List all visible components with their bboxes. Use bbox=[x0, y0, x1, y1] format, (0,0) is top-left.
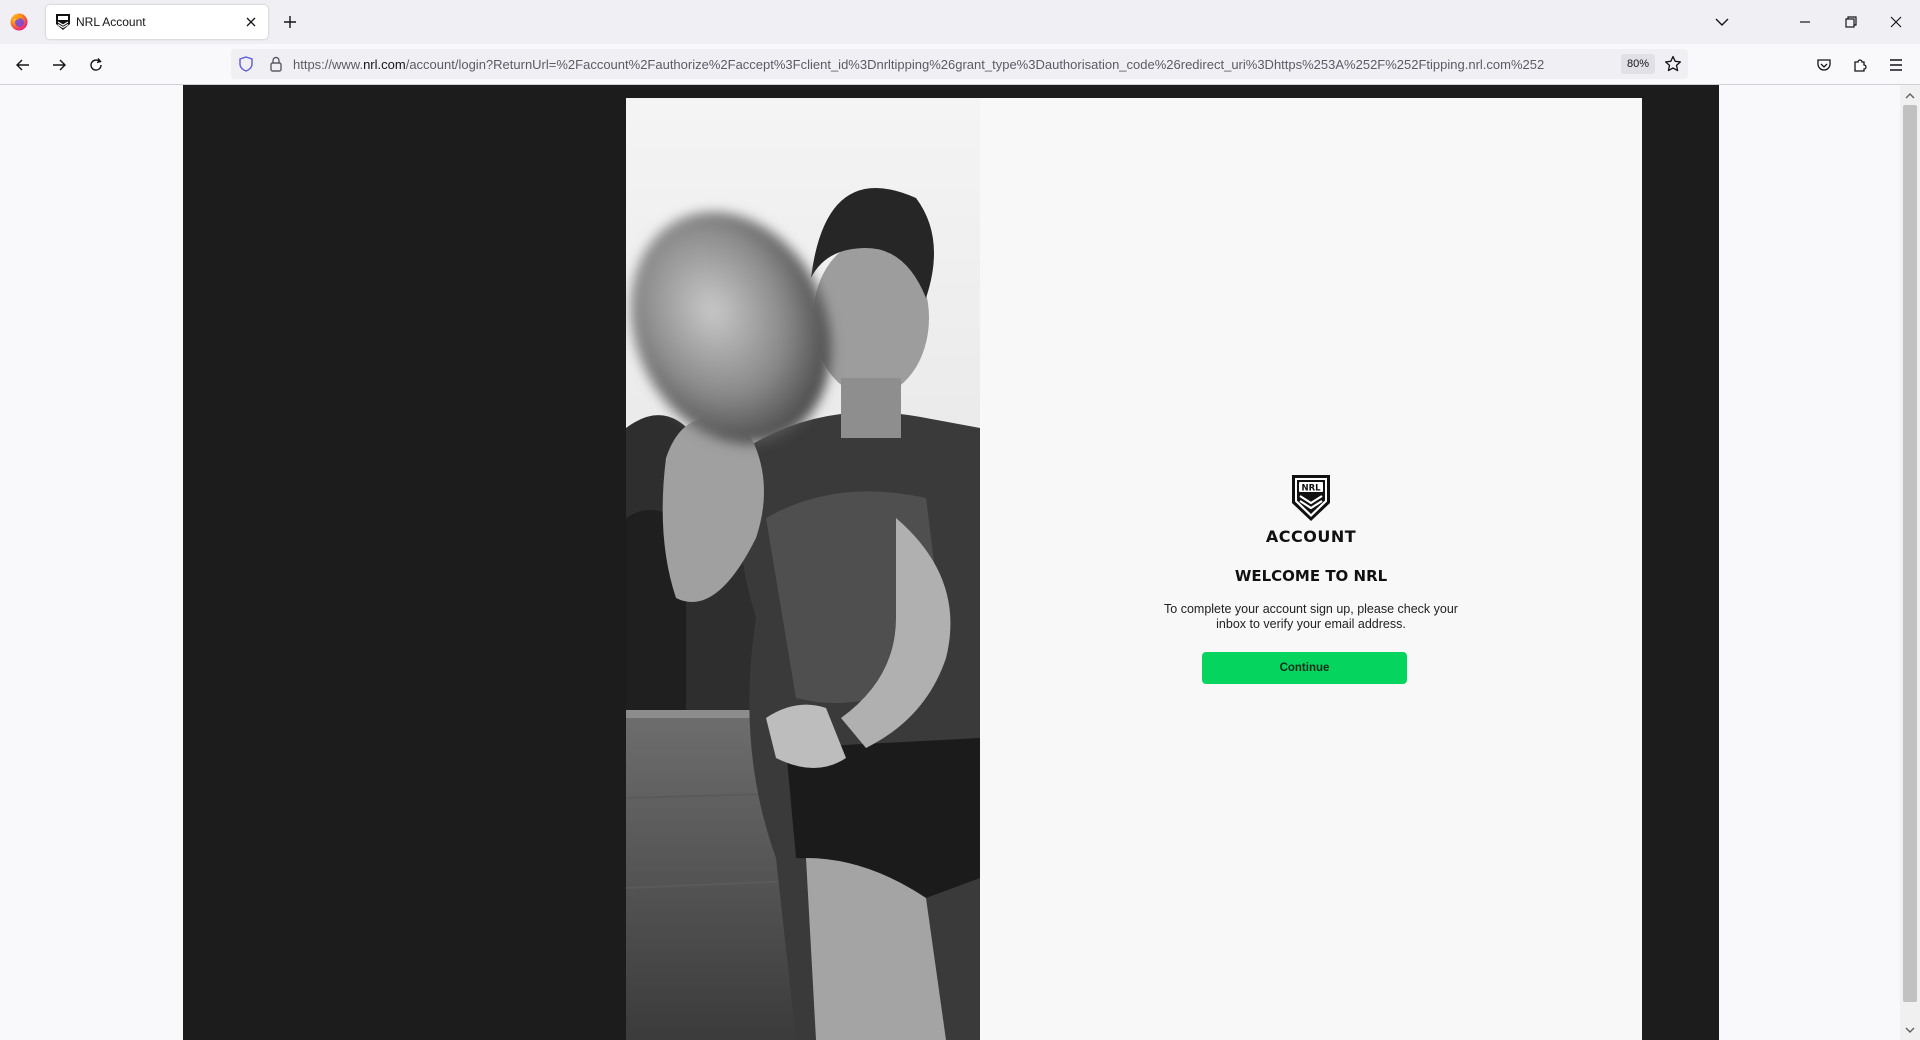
verification-message: To complete your account sign up, please… bbox=[1164, 602, 1458, 631]
tab-nrl-account[interactable]: NRL Account bbox=[46, 5, 268, 39]
url-host: nrl.com bbox=[363, 57, 406, 72]
minimize-icon[interactable] bbox=[1793, 10, 1817, 34]
zoom-indicator[interactable]: 80% bbox=[1621, 54, 1655, 74]
puzzle-icon[interactable] bbox=[1849, 54, 1871, 76]
scrollbar-thumb[interactable] bbox=[1903, 105, 1917, 1002]
pocket-icon[interactable] bbox=[1813, 54, 1835, 76]
signup-content: NRL ACCOUNT WELCOME TO NRL To complete y… bbox=[980, 98, 1642, 1040]
list-all-tabs-icon[interactable] bbox=[1711, 12, 1733, 32]
new-tab-icon[interactable] bbox=[279, 11, 301, 33]
close-window-icon[interactable] bbox=[1884, 10, 1908, 34]
brand-block: NRL ACCOUNT bbox=[980, 473, 1642, 546]
player-photo bbox=[626, 98, 980, 1040]
reload-icon[interactable] bbox=[84, 53, 108, 77]
page-viewport: NRL ACCOUNT WELCOME TO NRL To complete y… bbox=[0, 85, 1900, 1040]
navigation-toolbar: https://www.nrl.com/account/login?Return… bbox=[0, 44, 1920, 85]
arrow-left-icon[interactable] bbox=[11, 53, 35, 77]
page-scrollbar[interactable] bbox=[1900, 85, 1920, 1040]
tab-title: NRL Account bbox=[76, 15, 146, 29]
arrow-right-icon[interactable] bbox=[47, 53, 71, 77]
scroll-down-icon[interactable] bbox=[1905, 1025, 1915, 1035]
page-backdrop: NRL ACCOUNT WELCOME TO NRL To complete y… bbox=[183, 85, 1719, 1040]
hamburger-icon[interactable] bbox=[1885, 54, 1907, 76]
nrl-shield-icon bbox=[56, 14, 70, 30]
tab-strip: NRL Account bbox=[0, 0, 1920, 44]
nrl-logo: NRL bbox=[1292, 475, 1330, 521]
scroll-up-icon[interactable] bbox=[1905, 91, 1915, 101]
brand-label: ACCOUNT bbox=[1265, 527, 1357, 546]
continue-button[interactable]: Continue bbox=[1202, 652, 1407, 684]
firefox-icon[interactable] bbox=[9, 12, 29, 32]
logo-text: NRL bbox=[1301, 484, 1321, 494]
shield-icon[interactable] bbox=[238, 56, 254, 72]
lock-icon[interactable] bbox=[269, 56, 283, 72]
url-path: /account/login?ReturnUrl=%2Faccount%2Fau… bbox=[405, 57, 1545, 72]
signup-card: NRL ACCOUNT WELCOME TO NRL To complete y… bbox=[626, 98, 1642, 1040]
url-prefix: https://www. bbox=[293, 57, 364, 72]
star-icon[interactable] bbox=[1664, 55, 1682, 73]
url-text[interactable]: https://www.nrl.com/account/login?Return… bbox=[293, 57, 1609, 73]
address-bar[interactable]: https://www.nrl.com/account/login?Return… bbox=[231, 49, 1688, 79]
close-tab-icon[interactable] bbox=[241, 12, 261, 32]
page-title: WELCOME TO NRL bbox=[1234, 567, 1388, 585]
restore-icon[interactable] bbox=[1839, 10, 1863, 34]
